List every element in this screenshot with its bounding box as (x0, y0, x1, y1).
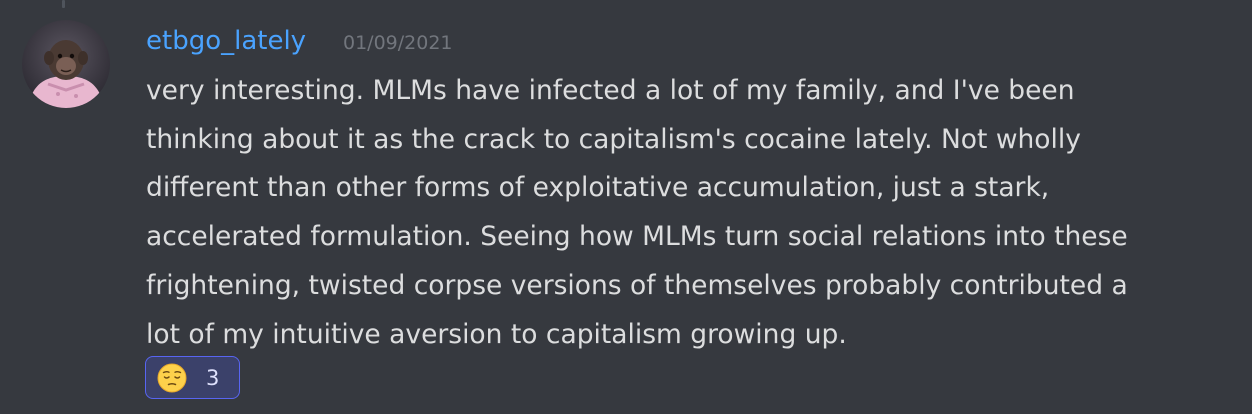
message-line: lot of my intuitive aversion to capitali… (146, 318, 847, 350)
message-line: accelerated formulation. Seeing how MLMs… (146, 221, 1128, 253)
username[interactable]: etbgo_lately (146, 24, 306, 58)
chat-view: etbgo_lately 01/09/2021 very interesting… (0, 0, 1252, 414)
avatar-image (22, 20, 110, 108)
message-line: very interesting. MLMs have infected a l… (146, 75, 1075, 106)
reaction-count: 3 (206, 365, 220, 390)
message-content: very interesting. MLMs have infected a l… (146, 67, 1241, 359)
reaction-button[interactable]: 3 (145, 356, 240, 399)
message-timestamp: 01/09/2021 (343, 32, 453, 54)
message-line: thinking about it as the crack to capita… (146, 123, 1081, 155)
pensive-face-icon (157, 363, 187, 392)
reply-spine (62, 0, 65, 8)
message-line: frightening, twisted corpse versions of … (146, 269, 1128, 301)
avatar[interactable] (22, 20, 110, 108)
message-line: different than other forms of exploitati… (146, 172, 1050, 204)
